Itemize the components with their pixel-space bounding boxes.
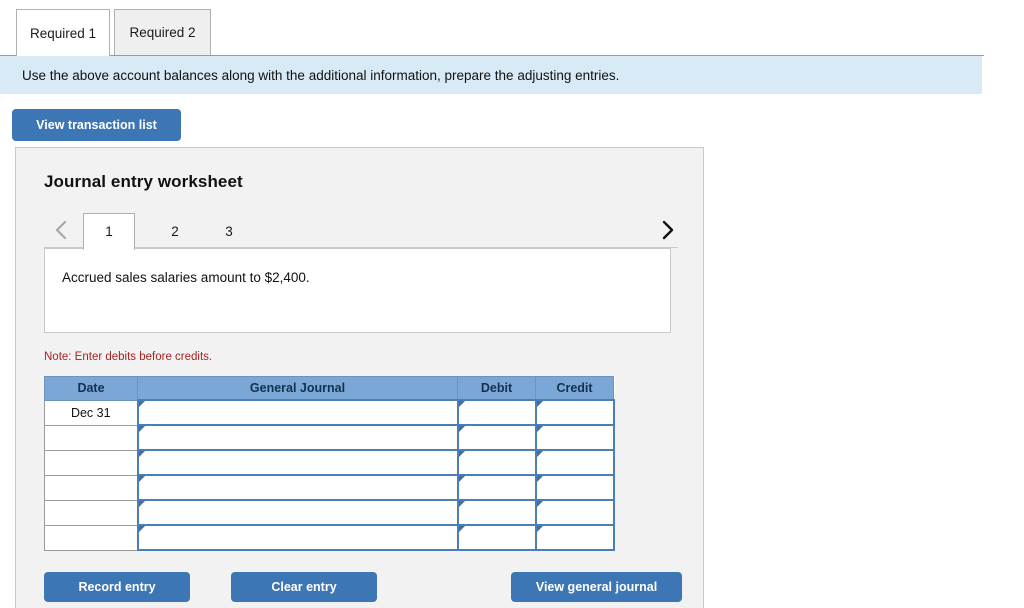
table-row (44, 524, 615, 551)
cell-dropdown-marker-icon (458, 526, 465, 532)
journal-debit-cell[interactable] (456, 499, 537, 526)
worksheet-page-tab-1[interactable]: 1 (83, 213, 135, 250)
transaction-prompt-text: Accrued sales salaries amount to $2,400. (62, 270, 310, 285)
cell-dropdown-marker-icon (458, 501, 465, 507)
journal-date-cell[interactable] (44, 474, 138, 501)
journal-general-journal-cell[interactable] (136, 449, 459, 476)
cell-dropdown-marker-icon (536, 476, 543, 482)
cell-dropdown-marker-icon (138, 426, 145, 432)
cell-dropdown-marker-icon (458, 476, 465, 482)
table-row (44, 424, 615, 451)
tab-required-2-label: Required 2 (129, 25, 196, 40)
cell-dropdown-marker-icon (138, 526, 145, 532)
journal-entry-table: Date General Journal Debit Credit Dec 31 (44, 376, 615, 551)
tab-required-1-label: Required 1 (29, 25, 97, 41)
debits-before-credits-note: Note: Enter debits before credits. (44, 351, 213, 363)
transaction-prompt-box: Accrued sales salaries amount to $2,400. (44, 248, 671, 333)
cell-dropdown-marker-icon (138, 476, 145, 482)
view-transaction-list-button[interactable]: View transaction list (12, 109, 181, 141)
cell-dropdown-marker-icon (536, 426, 543, 432)
journal-date-cell[interactable]: Dec 31 (44, 399, 138, 426)
journal-debit-cell[interactable] (456, 399, 537, 426)
journal-credit-cell[interactable] (534, 424, 615, 451)
cell-dropdown-marker-icon (458, 451, 465, 457)
journal-credit-cell[interactable] (534, 499, 615, 526)
column-header-credit: Credit (535, 376, 614, 401)
cell-dropdown-marker-icon (536, 501, 543, 507)
worksheet-page-tab-2[interactable]: 2 (149, 213, 201, 249)
view-general-journal-button[interactable]: View general journal (511, 572, 682, 602)
table-row: Dec 31 (44, 399, 615, 426)
journal-debit-cell[interactable] (456, 474, 537, 501)
worksheet-page-tab-3-label: 3 (225, 223, 233, 239)
journal-date-cell[interactable] (44, 449, 138, 476)
journal-debit-cell[interactable] (456, 524, 537, 551)
journal-credit-cell[interactable] (534, 399, 615, 426)
instruction-banner-text: Use the above account balances along wit… (22, 67, 620, 83)
journal-general-journal-cell[interactable] (136, 499, 459, 526)
journal-debit-cell[interactable] (456, 449, 537, 476)
page-title: Journal entry worksheet (44, 172, 243, 191)
journal-date-cell[interactable] (44, 499, 138, 526)
instruction-banner: Use the above account balances along wit… (0, 56, 982, 94)
table-row (44, 474, 615, 501)
journal-date-cell[interactable] (44, 424, 138, 451)
tab-required-2[interactable]: Required 2 (114, 9, 211, 55)
column-header-debit: Debit (457, 376, 536, 401)
journal-general-journal-cell[interactable] (136, 424, 459, 451)
chevron-left-icon[interactable] (49, 217, 73, 243)
worksheet-pager: 1 2 3 (16, 208, 705, 250)
worksheet-page-tab-1-label: 1 (105, 224, 113, 239)
cell-dropdown-marker-icon (138, 451, 145, 457)
cell-dropdown-marker-icon (458, 401, 465, 407)
column-header-date: Date (44, 376, 138, 401)
journal-general-journal-cell[interactable] (136, 524, 459, 551)
worksheet-page-tab-2-label: 2 (171, 223, 179, 239)
table-row (44, 449, 615, 476)
cell-dropdown-marker-icon (536, 451, 543, 457)
cell-dropdown-marker-icon (458, 426, 465, 432)
tab-required-1[interactable]: Required 1 (16, 9, 110, 56)
required-tab-strip: Required 1 Required 2 (0, 0, 984, 56)
journal-entry-panel: Journal entry worksheet 1 2 3 Accrued sa… (15, 147, 704, 608)
worksheet-page-tab-3[interactable]: 3 (203, 213, 255, 249)
journal-credit-cell[interactable] (534, 474, 615, 501)
journal-general-journal-cell[interactable] (136, 474, 459, 501)
table-row (44, 499, 615, 526)
record-entry-button[interactable]: Record entry (44, 572, 190, 602)
journal-table-header-row: Date General Journal Debit Credit (44, 376, 614, 401)
journal-credit-cell[interactable] (534, 524, 615, 551)
journal-credit-cell[interactable] (534, 449, 615, 476)
cell-dropdown-marker-icon (536, 401, 543, 407)
cell-dropdown-marker-icon (536, 526, 543, 532)
journal-debit-cell[interactable] (456, 424, 537, 451)
journal-date-cell[interactable] (44, 524, 138, 551)
column-header-general-journal: General Journal (137, 376, 458, 401)
clear-entry-button[interactable]: Clear entry (231, 572, 377, 602)
chevron-right-icon[interactable] (655, 217, 679, 243)
cell-dropdown-marker-icon (138, 401, 145, 407)
journal-general-journal-cell[interactable] (136, 399, 459, 426)
cell-dropdown-marker-icon (138, 501, 145, 507)
